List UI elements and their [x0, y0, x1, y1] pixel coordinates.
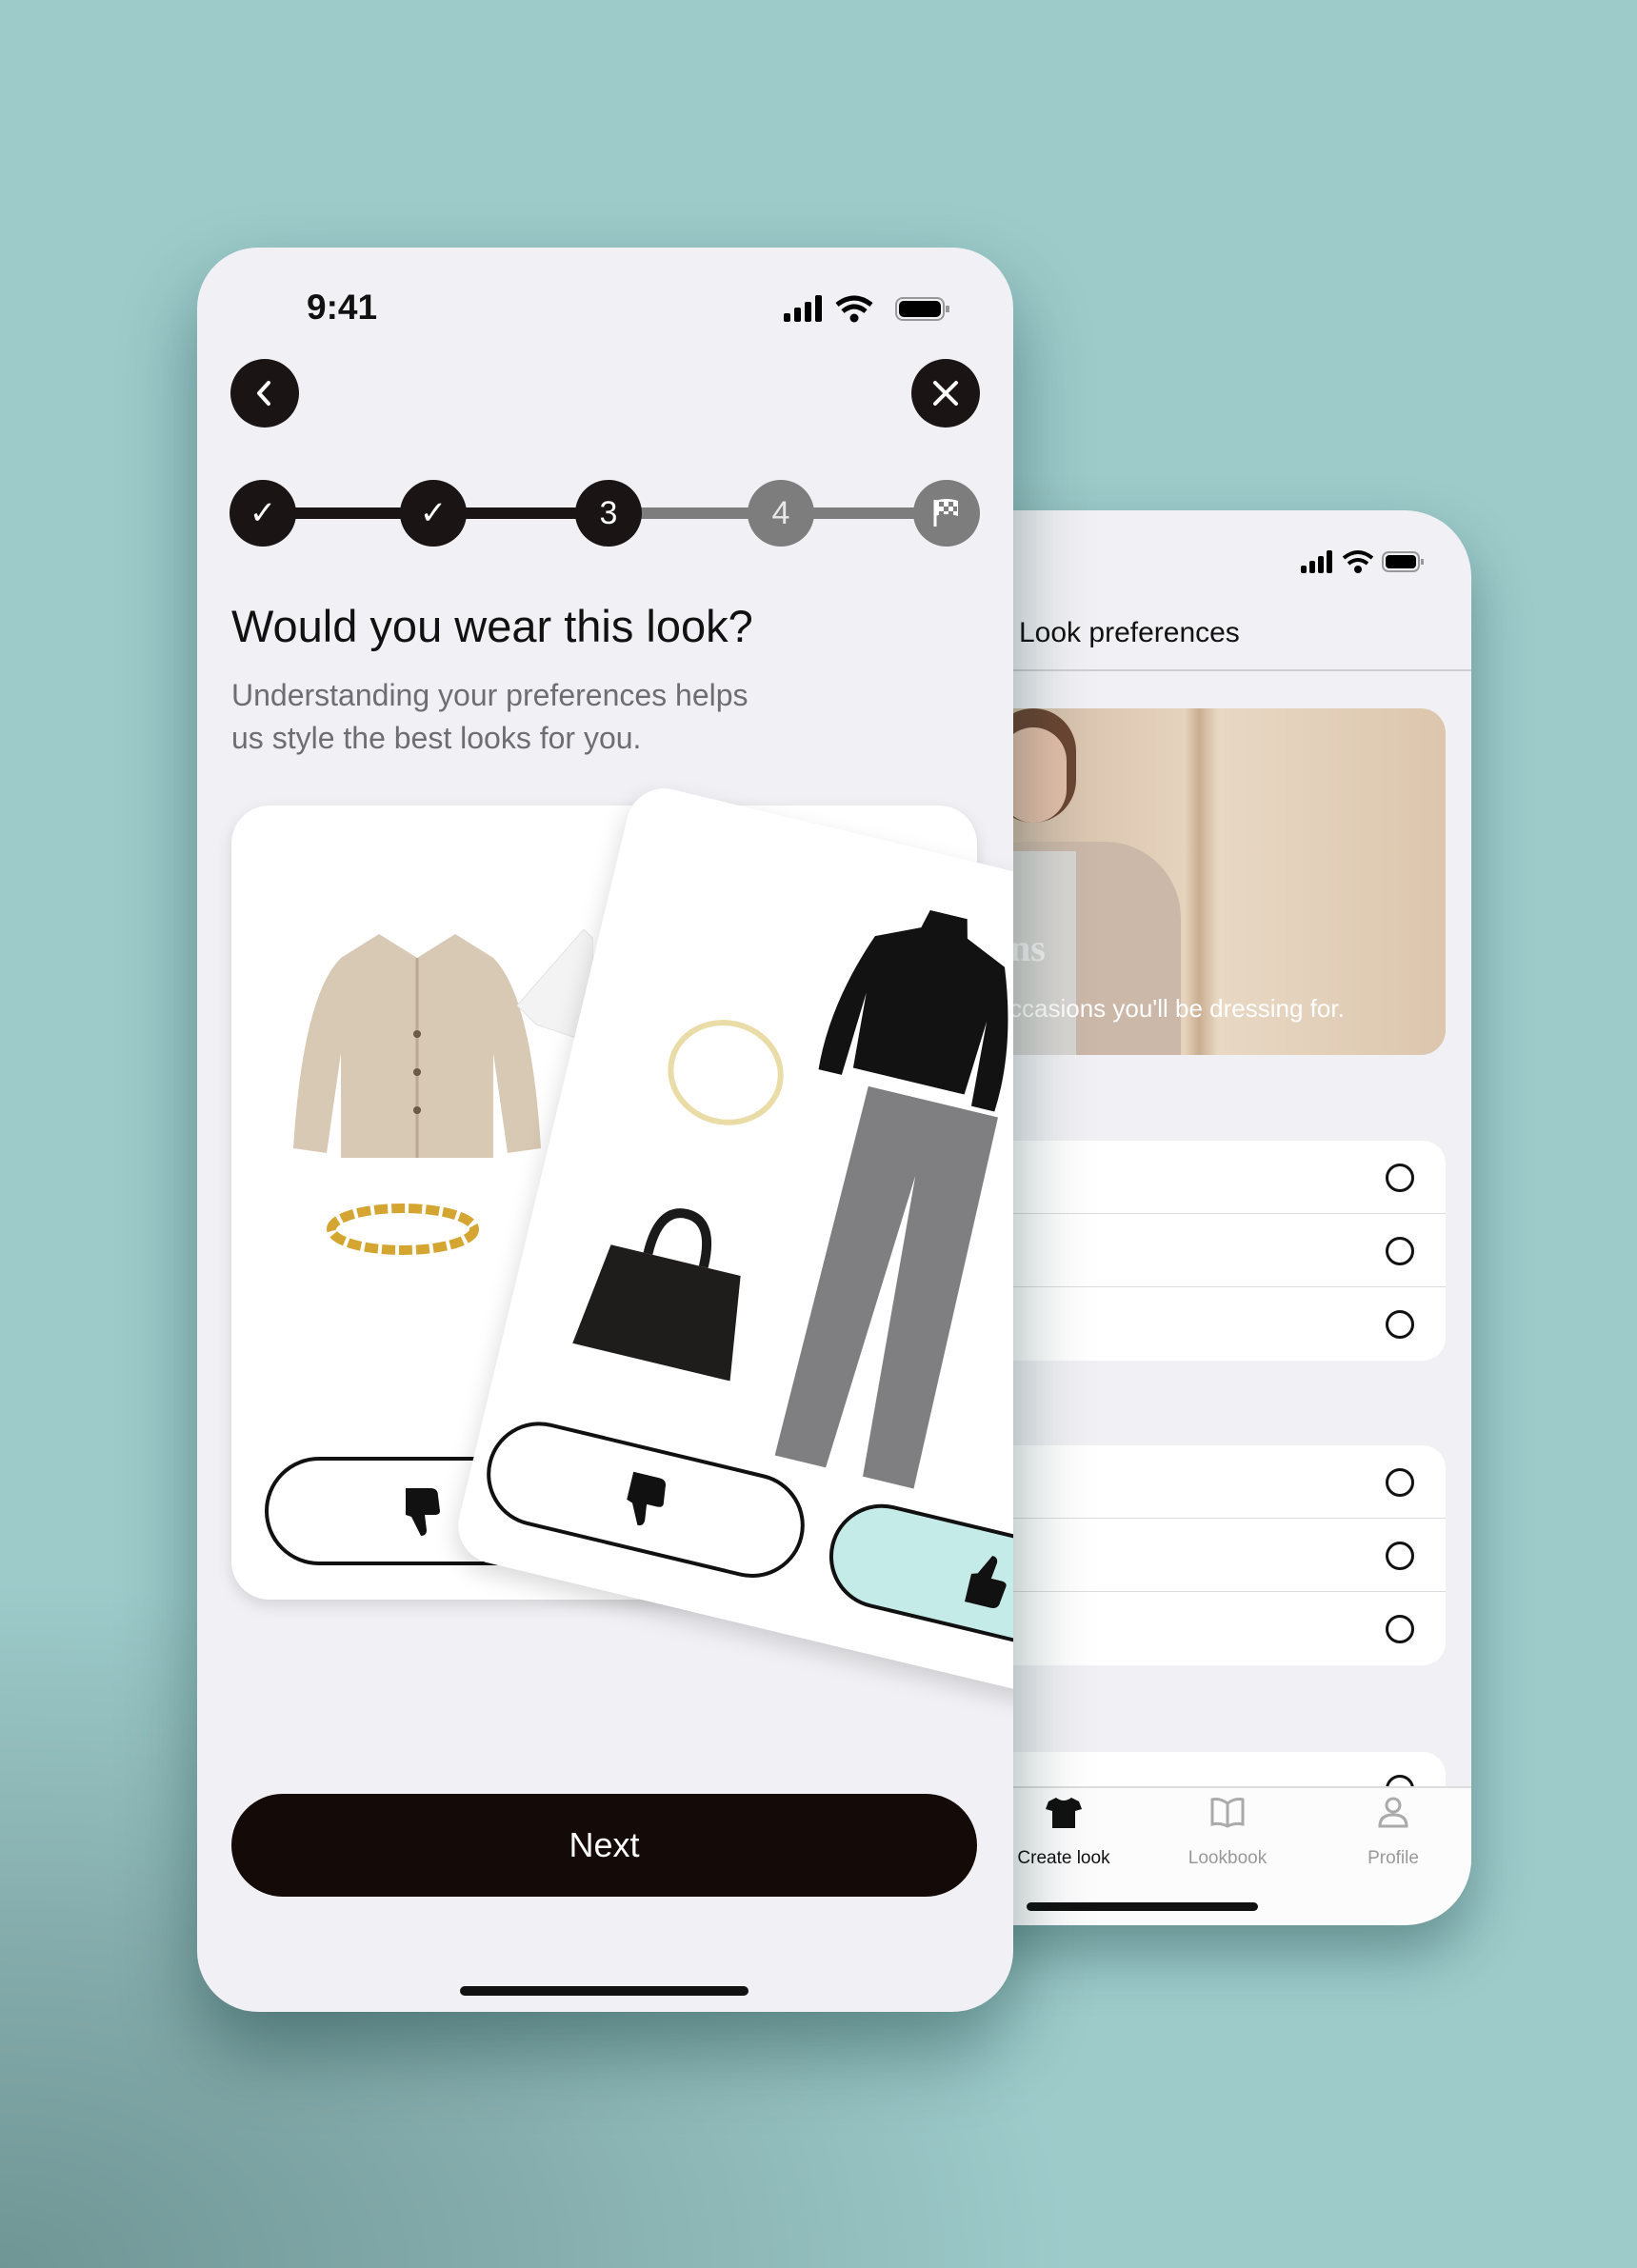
- thumbs-up-icon: [964, 1555, 1007, 1608]
- signal-wifi-battery-icon: [784, 295, 949, 323]
- checkmark-icon: ✓: [419, 495, 448, 531]
- step-number: 3: [599, 494, 618, 531]
- look-rating-screen: 9:41 ✓ ✓ 3 4 Would you wear this look? U…: [197, 248, 1013, 2012]
- step-3-current: 3: [575, 480, 642, 547]
- step-4-upcoming: 4: [748, 480, 814, 547]
- thumbs-down-icon: [406, 1488, 440, 1536]
- like-button[interactable]: [818, 1493, 1013, 1671]
- radio-button[interactable]: [1386, 1468, 1414, 1497]
- step-1-done: ✓: [230, 480, 296, 547]
- radio-button[interactable]: [1386, 1237, 1414, 1265]
- radio-button[interactable]: [1386, 1164, 1414, 1192]
- hero-title: ns: [1009, 926, 1046, 969]
- option-row[interactable]: [952, 1141, 1446, 1214]
- step-2-done: ✓: [400, 480, 467, 547]
- page-title: Look preferences: [1019, 617, 1240, 648]
- option-row[interactable]: [952, 1214, 1446, 1287]
- status-time: 9:41: [307, 288, 378, 327]
- home-indicator: [1027, 1902, 1258, 1911]
- hero-image: ns ccasions you'll be dressing for.: [971, 708, 1446, 1055]
- back-button[interactable]: [230, 359, 299, 428]
- dislike-button[interactable]: [475, 1411, 816, 1589]
- signal-wifi-battery-icon: [1301, 550, 1424, 573]
- step-finish: [913, 480, 980, 547]
- tshirt-icon: [1046, 1798, 1082, 1828]
- bracelet-image: [327, 1204, 479, 1255]
- home-indicator: [460, 1986, 749, 1996]
- thumbs-down-icon: [627, 1471, 667, 1526]
- tab-label: Lookbook: [1188, 1848, 1268, 1868]
- chevron-left-icon: [257, 381, 270, 406]
- status-icons: [784, 293, 950, 328]
- subtitle-line: Understanding your preferences helps: [231, 678, 749, 712]
- option-group: [952, 1141, 1446, 1361]
- close-icon: [933, 381, 958, 406]
- finish-flag-icon: [933, 499, 958, 527]
- status-icons: [1301, 548, 1425, 580]
- person-icon: [1378, 1797, 1408, 1828]
- next-button[interactable]: Next: [231, 1794, 977, 1897]
- checkmark-icon: ✓: [249, 495, 277, 531]
- option-row[interactable]: [952, 1445, 1446, 1519]
- tab-label: Profile: [1367, 1848, 1419, 1868]
- option-row[interactable]: [952, 1519, 1446, 1592]
- handbag-image: [572, 1208, 741, 1382]
- book-icon: [1210, 1798, 1245, 1828]
- radio-button[interactable]: [1386, 1542, 1414, 1570]
- black-sweater-image: [818, 909, 1008, 1112]
- option-group: [952, 1445, 1446, 1665]
- radio-button[interactable]: [1386, 1615, 1414, 1643]
- grey-trousers-image: [774, 1085, 998, 1489]
- question-title: Would you wear this look?: [231, 601, 753, 651]
- close-button[interactable]: [911, 359, 980, 428]
- radio-button[interactable]: [1386, 1310, 1414, 1339]
- cardigan-image: [293, 934, 541, 1158]
- tab-lookbook[interactable]: Lookbook: [1151, 1796, 1304, 1869]
- option-row[interactable]: [952, 1592, 1446, 1665]
- subtitle-line: us style the best looks for you.: [231, 721, 642, 755]
- step-number: 4: [771, 494, 790, 531]
- next-label: Next: [569, 1825, 640, 1864]
- option-row[interactable]: [952, 1287, 1446, 1361]
- tab-profile[interactable]: Profile: [1317, 1796, 1469, 1869]
- hero-text: ccasions you'll be dressing for.: [1009, 994, 1345, 1023]
- necklace-image: [668, 1020, 784, 1125]
